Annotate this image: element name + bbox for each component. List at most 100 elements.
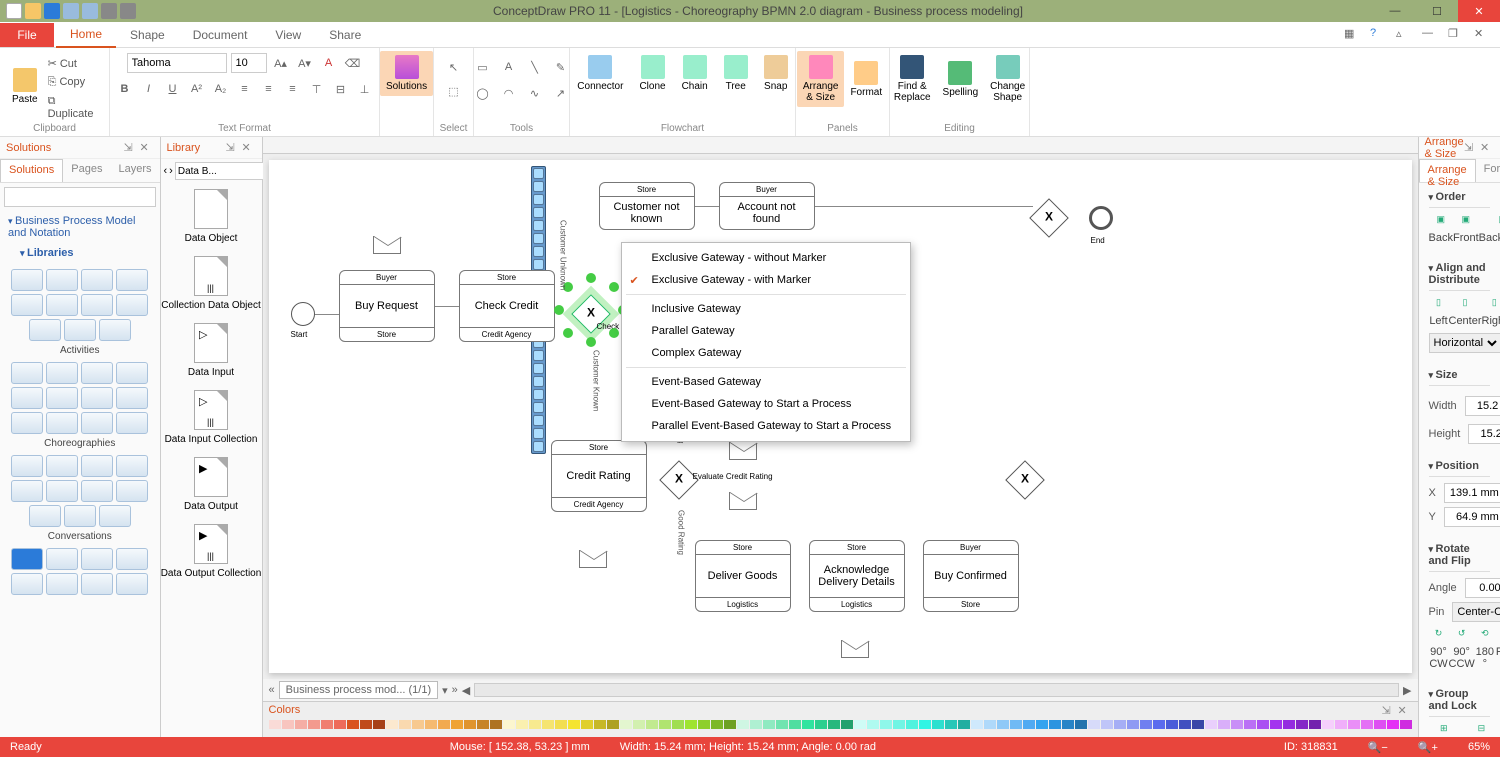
ctx-item[interactable]: Inclusive Gateway bbox=[622, 298, 910, 320]
choreo-ack-delivery[interactable]: StoreAcknowledge Delivery DetailsLogisti… bbox=[809, 540, 905, 612]
color-swatch[interactable] bbox=[1361, 720, 1373, 729]
color-swatch[interactable] bbox=[776, 720, 788, 729]
color-swatch[interactable] bbox=[802, 720, 814, 729]
lib-data-output-collection[interactable]: ▶|||Data Output Collection bbox=[161, 518, 262, 585]
qat-undo-icon[interactable] bbox=[63, 3, 79, 19]
color-swatch[interactable] bbox=[789, 720, 801, 729]
color-swatch[interactable] bbox=[529, 720, 541, 729]
color-swatch[interactable] bbox=[373, 720, 385, 729]
valign-bot-icon[interactable]: ⊥ bbox=[355, 79, 375, 99]
help-icon[interactable]: ? bbox=[1370, 27, 1386, 43]
color-swatch[interactable] bbox=[984, 720, 996, 729]
close-icon[interactable]: ✕ bbox=[1458, 0, 1500, 22]
tool-ellipse-icon[interactable]: ◯ bbox=[473, 83, 493, 103]
order-backward-button[interactable]: ▣Backward bbox=[1479, 214, 1500, 244]
hscroll-right-icon[interactable]: ▶ bbox=[1403, 684, 1411, 697]
subtab-solutions[interactable]: Solutions bbox=[0, 159, 63, 182]
gateway-merge1[interactable]: X bbox=[1005, 460, 1045, 500]
gallery-activities[interactable]: Activities bbox=[6, 269, 154, 356]
align-left-icon[interactable]: ≡ bbox=[235, 79, 255, 99]
font-color-icon[interactable]: A bbox=[319, 53, 339, 73]
color-swatch[interactable] bbox=[1153, 720, 1165, 729]
color-swatch[interactable] bbox=[581, 720, 593, 729]
color-swatch[interactable] bbox=[737, 720, 749, 729]
pin-icon[interactable]: ⇲ bbox=[124, 141, 138, 155]
tab-home[interactable]: Home bbox=[56, 22, 116, 48]
qat-save-icon[interactable] bbox=[44, 3, 60, 19]
choreo-account-not-found[interactable]: BuyerAccount not found bbox=[719, 182, 815, 230]
color-swatch[interactable] bbox=[1062, 720, 1074, 729]
ctx-item[interactable]: Event-Based Gateway to Start a Process bbox=[622, 393, 910, 415]
page-prev-icon[interactable]: « bbox=[269, 684, 275, 696]
tab-view[interactable]: View bbox=[261, 23, 315, 47]
clone-button[interactable]: Clone bbox=[633, 51, 671, 96]
qat-open-icon[interactable] bbox=[25, 3, 41, 19]
ctx-item[interactable]: Event-Based Gateway bbox=[622, 371, 910, 393]
gateway-merge2[interactable]: X bbox=[1029, 198, 1069, 238]
win-close-icon[interactable]: ✕ bbox=[1474, 27, 1490, 43]
color-swatch[interactable] bbox=[685, 720, 697, 729]
chain-button[interactable]: Chain bbox=[676, 51, 714, 96]
color-swatch[interactable] bbox=[971, 720, 983, 729]
color-swatch[interactable] bbox=[1140, 720, 1152, 729]
duplicate-button[interactable]: ⧉ Duplicate bbox=[44, 93, 103, 122]
ap-tab-format[interactable]: Format bbox=[1476, 159, 1500, 182]
lib-collection-data-object[interactable]: |||Collection Data Object bbox=[161, 250, 262, 317]
valign-top-icon[interactable]: ⊤ bbox=[307, 79, 327, 99]
color-swatch[interactable] bbox=[997, 720, 1009, 729]
lib-data-input[interactable]: ▷Data Input bbox=[161, 317, 262, 384]
panel-toggle-icon[interactable]: ▦ bbox=[1344, 27, 1360, 43]
page-next-icon[interactable]: » bbox=[452, 684, 458, 696]
arrange-size-button[interactable]: Arrange & Size bbox=[797, 51, 845, 107]
tree-libraries[interactable]: Libraries bbox=[12, 243, 160, 263]
color-swatch[interactable] bbox=[698, 720, 710, 729]
ungroup-button[interactable]: ⊟UnGroup bbox=[1459, 723, 1500, 737]
group-button[interactable]: ⊞Group bbox=[1429, 723, 1460, 737]
color-swatch[interactable] bbox=[945, 720, 957, 729]
color-swatch[interactable] bbox=[490, 720, 502, 729]
format-button[interactable]: Format bbox=[844, 51, 888, 107]
color-swatch[interactable] bbox=[1101, 720, 1113, 729]
color-swatch[interactable] bbox=[1296, 720, 1308, 729]
align-center-icon[interactable]: ≡ bbox=[259, 79, 279, 99]
choreo-buy-confirmed[interactable]: BuyerBuy ConfirmedStore bbox=[923, 540, 1019, 612]
rotate-cw-button[interactable]: ↻90° CW bbox=[1429, 628, 1449, 670]
file-tab[interactable]: File bbox=[0, 23, 54, 47]
italic-icon[interactable]: I bbox=[139, 79, 159, 99]
zoom-in-icon[interactable]: 🔍+ bbox=[1418, 741, 1438, 754]
tool-text-icon[interactable]: A bbox=[499, 57, 519, 77]
color-swatch[interactable] bbox=[1374, 720, 1386, 729]
width-input[interactable] bbox=[1465, 396, 1500, 416]
snap-button[interactable]: Snap bbox=[758, 51, 794, 96]
ctx-item[interactable]: Exclusive Gateway - with Marker bbox=[622, 269, 910, 291]
start-event[interactable] bbox=[291, 302, 315, 326]
qat-preview-icon[interactable] bbox=[120, 3, 136, 19]
minimize-icon[interactable]: — bbox=[1374, 0, 1416, 22]
ctx-item[interactable]: Parallel Gateway bbox=[622, 320, 910, 342]
color-swatch[interactable] bbox=[841, 720, 853, 729]
qat-new-icon[interactable] bbox=[6, 3, 22, 19]
dist-horiz-select[interactable]: Horizontal bbox=[1429, 333, 1500, 353]
color-swatch[interactable] bbox=[464, 720, 476, 729]
gallery-conversations[interactable]: Conversations bbox=[6, 455, 154, 542]
color-swatch[interactable] bbox=[607, 720, 619, 729]
win-restore-icon[interactable]: ❐ bbox=[1448, 27, 1464, 43]
lib-data-output[interactable]: ▶Data Output bbox=[161, 451, 262, 518]
paste-button[interactable]: Paste bbox=[6, 51, 44, 121]
cut-button[interactable]: ✂ Cut bbox=[44, 55, 103, 72]
font-grow-icon[interactable]: A▴ bbox=[271, 53, 291, 73]
lib-next-icon[interactable]: › bbox=[169, 165, 173, 177]
bold-icon[interactable]: B bbox=[115, 79, 135, 99]
connector-button[interactable]: Connector bbox=[571, 51, 629, 96]
rotate-180-button[interactable]: ⟲180 ° bbox=[1475, 628, 1495, 670]
choreo-credit-rating[interactable]: StoreCredit RatingCredit Agency bbox=[551, 440, 647, 512]
color-swatch[interactable] bbox=[620, 720, 632, 729]
color-swatch[interactable] bbox=[282, 720, 294, 729]
ctx-item[interactable]: Exclusive Gateway - without Marker bbox=[622, 247, 910, 269]
subtab-pages[interactable]: Pages bbox=[63, 159, 110, 182]
spelling-button[interactable]: Spelling bbox=[937, 51, 985, 107]
color-swatch[interactable] bbox=[1322, 720, 1334, 729]
valign-mid-icon[interactable]: ⊟ bbox=[331, 79, 351, 99]
align-right-button[interactable]: ▯Right bbox=[1482, 297, 1500, 327]
align-right-icon[interactable]: ≡ bbox=[283, 79, 303, 99]
